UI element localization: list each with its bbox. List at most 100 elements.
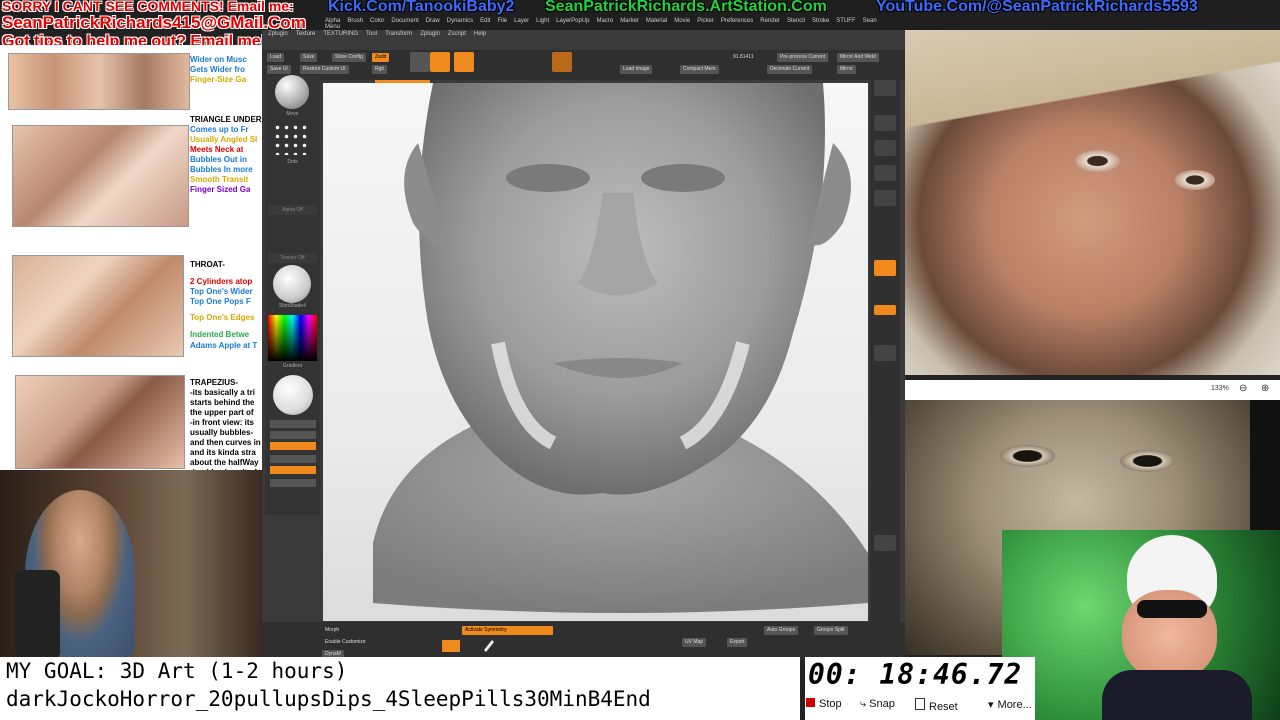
more-button[interactable]: ▾ More...: [988, 698, 1032, 711]
artstation-link[interactable]: SeanPatrickRichards.ArtStation.Com: [545, 0, 827, 16]
uv-map-button[interactable]: UV Map: [682, 638, 707, 647]
menu-item[interactable]: Macro: [597, 18, 614, 24]
edit-icon[interactable]: [430, 52, 450, 72]
scroll-button[interactable]: [874, 115, 896, 131]
menu-item[interactable]: Stencil: [787, 18, 805, 24]
save-button[interactable]: Save: [300, 53, 318, 62]
reference-note: THROAT-: [190, 260, 225, 269]
brush-icon[interactable]: [552, 52, 572, 72]
zoom-button[interactable]: [874, 140, 896, 156]
store-config-button[interactable]: Store Config: [332, 53, 366, 62]
snap-icon: ⤷: [860, 698, 867, 710]
menu-item[interactable]: Help: [474, 31, 486, 37]
load-image-button[interactable]: Load Image: [620, 65, 653, 74]
menu-item[interactable]: Brush: [347, 18, 363, 24]
brush-thumbnail-icon[interactable]: [275, 75, 309, 109]
groups-split-button[interactable]: Groups Split: [814, 626, 848, 635]
stop-label: Stop: [819, 698, 842, 710]
shelf-button-6[interactable]: [270, 479, 316, 487]
snap-button[interactable]: ⤷ Snap: [860, 698, 895, 711]
menu-item[interactable]: Color: [370, 18, 384, 24]
floor-button[interactable]: [874, 305, 896, 315]
draw-icon[interactable]: [410, 52, 430, 72]
menu-item[interactable]: STUFF: [836, 18, 855, 24]
menu-item[interactable]: Picker: [697, 18, 714, 24]
mirror-weld-button[interactable]: Mirror And Weld: [837, 53, 879, 62]
menu-item[interactable]: Stroke: [812, 18, 829, 24]
zoom-in-icon[interactable]: ⊕: [1261, 383, 1269, 394]
actual-button[interactable]: [874, 165, 896, 181]
persp-button[interactable]: [874, 260, 896, 276]
move-view-button[interactable]: [874, 535, 896, 551]
menu-item[interactable]: Light: [536, 18, 549, 24]
stop-button[interactable]: Stop: [806, 698, 842, 710]
reference-note: Gets Wider fro: [190, 65, 246, 74]
compact-mem-button[interactable]: Compact Mem: [680, 65, 719, 74]
menu-item[interactable]: Transform: [385, 31, 412, 37]
menu-item[interactable]: File: [497, 18, 507, 24]
menu-item[interactable]: Preferences: [721, 18, 753, 24]
decimate-button[interactable]: Decimate Current: [767, 65, 813, 74]
zbrush-top-toolbar: Load Save Store Config Zadd Save UI Rest…: [262, 50, 905, 80]
reference-note: Top One Pops F: [190, 297, 251, 306]
menu-item[interactable]: Zscript: [448, 31, 466, 37]
menu-item[interactable]: TEXTURING: [323, 31, 358, 37]
menu-item[interactable]: Marker: [620, 18, 639, 24]
preprocess-button[interactable]: Pre-process Current: [777, 53, 829, 62]
webcam-host: [0, 470, 262, 660]
menu-item[interactable]: Layer: [514, 18, 529, 24]
bpr-button[interactable]: [874, 80, 896, 96]
shelf-button-1[interactable]: [270, 420, 316, 428]
zadd-button[interactable]: Zadd: [372, 53, 390, 62]
microphone-icon: [15, 570, 60, 660]
menu-item[interactable]: Draw: [426, 18, 440, 24]
alpha-off-button[interactable]: Alpha Off: [268, 205, 317, 215]
stopwatch-display: 00: 18:46.72: [808, 658, 1023, 691]
shelf-button-2[interactable]: [270, 431, 316, 439]
menu-item[interactable]: Material: [646, 18, 667, 24]
zoom-out-icon[interactable]: ⊖: [1239, 383, 1247, 394]
reference-note: 2 Cylinders atop: [190, 277, 253, 286]
morph-label[interactable]: Morph: [322, 626, 342, 635]
shelf-button-5[interactable]: [270, 466, 316, 474]
matcap-sphere-icon[interactable]: [273, 375, 313, 415]
youtube-link[interactable]: YouTube.Com/@SeanPatrickRichards5593: [876, 0, 1198, 16]
symmetry-x-toggle[interactable]: [442, 640, 460, 652]
menu-item[interactable]: Tool: [366, 31, 377, 37]
shelf-button-4[interactable]: [270, 455, 316, 463]
zbrush-canvas[interactable]: [323, 83, 868, 621]
export-button[interactable]: Export: [727, 638, 748, 647]
menu-item[interactable]: Document: [391, 18, 418, 24]
aahalf-button[interactable]: [874, 190, 896, 206]
goal-line-1: MY GOAL: 3D Art (1-2 hours): [6, 659, 348, 683]
material-sphere-icon[interactable]: [273, 265, 311, 303]
texture-off-button[interactable]: Texture Off: [268, 253, 317, 263]
frame-button[interactable]: [874, 345, 896, 361]
auto-groups-button[interactable]: Auto Groups: [764, 626, 799, 635]
menu-item[interactable]: LayerPopUp: [556, 18, 589, 24]
shelf-button-3[interactable]: [270, 442, 316, 450]
color-picker[interactable]: [268, 315, 317, 361]
activate-symmetry-button[interactable]: Activate Symmetry: [462, 626, 553, 635]
reference-note: Smooth Transit: [190, 175, 249, 184]
kick-link[interactable]: Kick.Com/TanookiBaby2: [328, 0, 514, 16]
menu-item[interactable]: Edit: [480, 18, 490, 24]
restore-custom-ui-button[interactable]: Restore Custom UI: [300, 65, 349, 74]
menu-item[interactable]: Zplugin: [268, 31, 288, 37]
mirror-button[interactable]: Mirror: [837, 65, 857, 74]
enable-customize-button[interactable]: Enable Customize: [322, 638, 369, 647]
stroke-dots-icon[interactable]: [273, 123, 311, 155]
rgb-button[interactable]: Rgb: [372, 65, 388, 74]
menu-item[interactable]: Movie: [674, 18, 690, 24]
reference-note: Top One's Wider: [190, 287, 253, 296]
load-button[interactable]: Load: [267, 53, 285, 62]
menu-item[interactable]: Zplugin: [420, 31, 440, 37]
reset-button[interactable]: Reset: [915, 698, 958, 713]
reference-photo-hat-brim: [905, 30, 1280, 140]
move-icon[interactable]: [454, 52, 474, 72]
pen-icon[interactable]: [482, 638, 496, 652]
menu-item[interactable]: Texture: [296, 31, 316, 37]
menu-item[interactable]: Render: [760, 18, 780, 24]
save-ui-button[interactable]: Save UI: [267, 65, 291, 74]
menu-item[interactable]: Dynamics: [447, 18, 473, 24]
